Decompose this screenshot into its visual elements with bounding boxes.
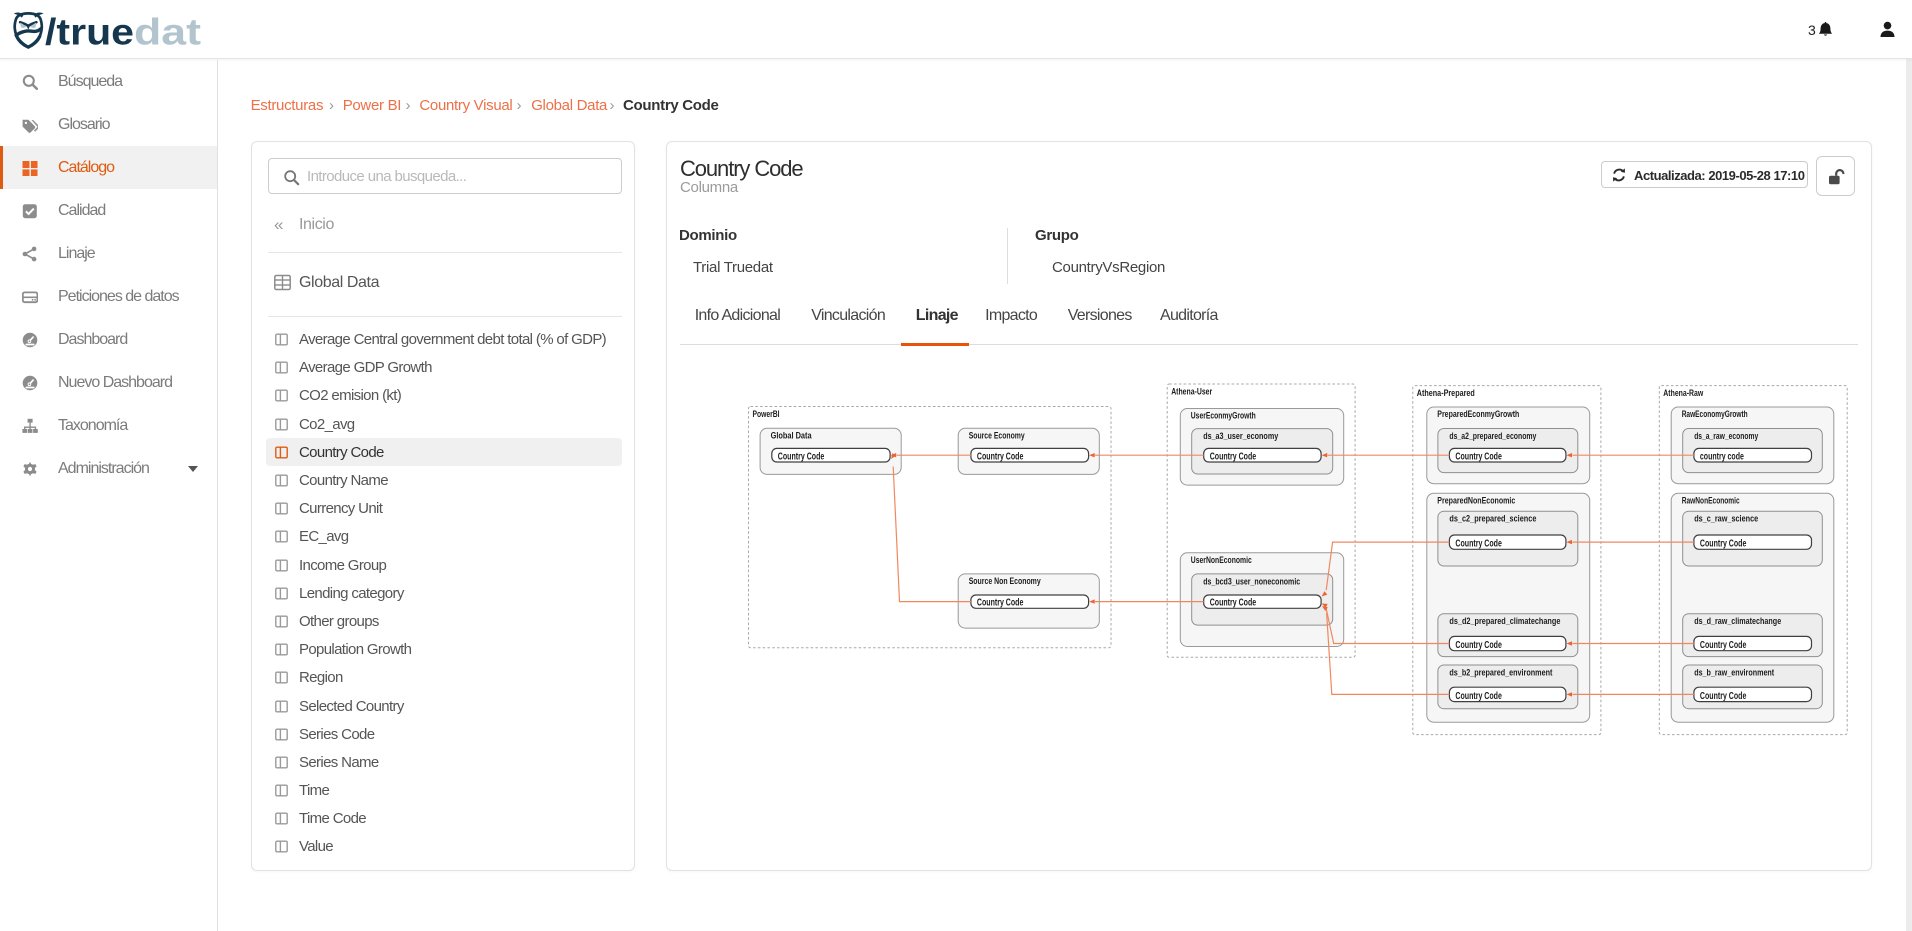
svg-text:dat: dat: [134, 12, 201, 53]
svg-text:/true: /true: [45, 12, 134, 53]
